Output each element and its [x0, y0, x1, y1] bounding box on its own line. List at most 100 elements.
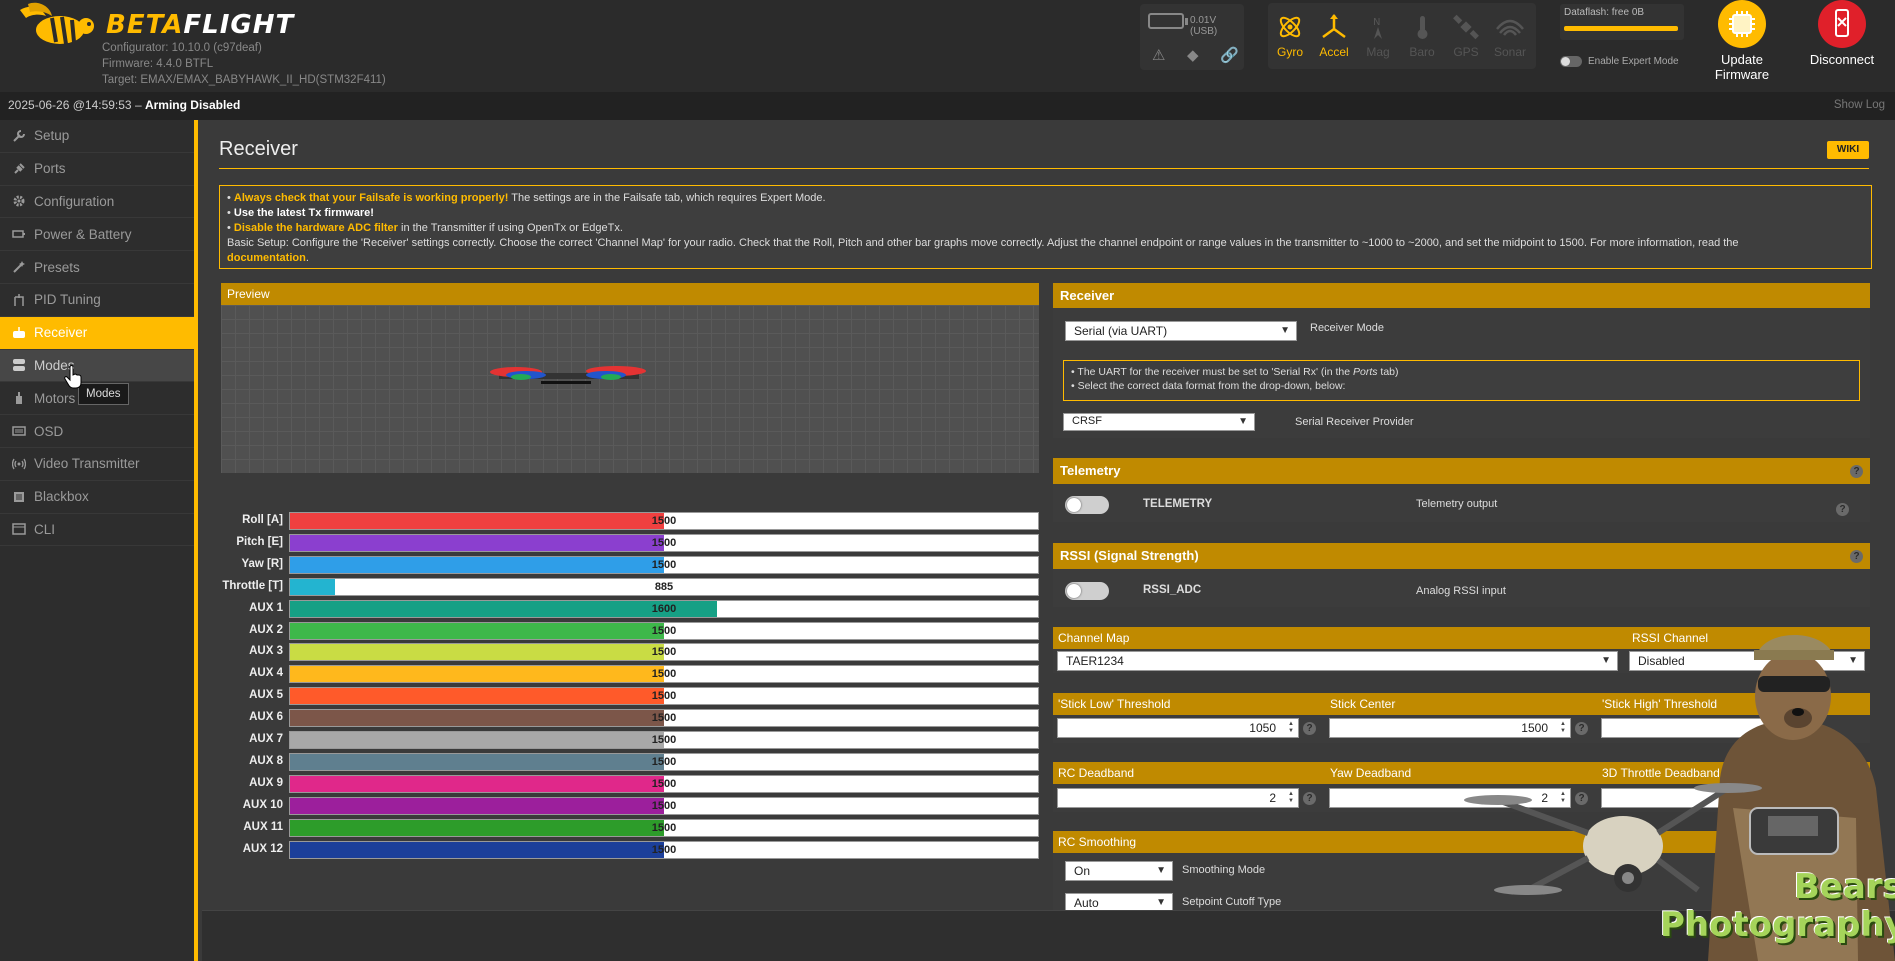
- sensor-sonar: Sonar: [1488, 3, 1532, 69]
- channel-value: 1600: [651, 602, 677, 615]
- sidebar-item-receiver[interactable]: Receiver: [0, 316, 194, 350]
- update-firmware-button[interactable]: Update Firmware: [1699, 0, 1785, 82]
- receiver-notice: • Always check that your Failsafe is wor…: [219, 185, 1872, 269]
- sidebar-item-cli[interactable]: CLI: [0, 514, 194, 547]
- channel-bar: 1500: [289, 840, 1039, 859]
- help-icon[interactable]: ?: [1850, 465, 1863, 478]
- sidebar-item-label: Ports: [34, 161, 66, 177]
- rssi-adc-toggle[interactable]: [1065, 582, 1109, 600]
- channel-label: AUX 8: [249, 754, 283, 767]
- serial-provider-select[interactable]: CRSF ▼: [1063, 413, 1255, 431]
- channel-label: AUX 12: [242, 842, 283, 855]
- rc-deadband-input[interactable]: 2 ▲ ▼: [1057, 788, 1299, 808]
- receiver-panel-header: Receiver: [1053, 283, 1870, 308]
- sidebar-item-power-battery[interactable]: Power & Battery: [0, 218, 194, 252]
- help-icon[interactable]: ?: [1850, 550, 1863, 563]
- spinner-icon[interactable]: ▲ ▼: [1286, 721, 1296, 735]
- channel-bar: 1500: [289, 818, 1039, 837]
- chevron-down-icon: ▼: [1280, 325, 1290, 336]
- battery-voltage: 0.01V (USB): [1190, 15, 1218, 37]
- expert-mode-toggle[interactable]: Enable Expert Mode: [1560, 56, 1679, 67]
- channel-label: Pitch [E]: [236, 535, 283, 548]
- help-icon[interactable]: ?: [1303, 792, 1316, 805]
- firmware-version: Firmware: 4.4.0 BTFL: [102, 58, 214, 70]
- channel-value: 1500: [651, 668, 677, 681]
- notice-failsafe-bold: Always check that your Failsafe is worki…: [233, 192, 509, 204]
- gamepad-icon: [13, 326, 25, 338]
- satellite-icon: [1453, 14, 1479, 40]
- channel-label: AUX 9: [249, 776, 283, 789]
- toggle-switch[interactable]: [1560, 56, 1582, 67]
- telemetry-toggle[interactable]: [1065, 496, 1109, 514]
- receiver-mode-label: Receiver Mode: [1310, 322, 1384, 334]
- notice-tx-firmware: Use the latest Tx firmware!: [233, 207, 374, 219]
- note-format-text: Select the correct data format from the …: [1077, 380, 1346, 392]
- sidebar-item-presets[interactable]: Presets: [0, 251, 194, 284]
- quad-model-icon: [490, 366, 646, 384]
- channel-row: AUX 3 1500: [221, 643, 1041, 662]
- serial-provider-value: CRSF: [1072, 415, 1102, 427]
- chevron-down-icon: ▼: [1156, 897, 1166, 908]
- help-icon[interactable]: ?: [1836, 503, 1849, 516]
- channel-value: 1500: [651, 624, 677, 637]
- thermometer-icon: [1417, 16, 1428, 39]
- channel-row: Pitch [E] 1500: [221, 533, 1041, 552]
- channel-row: Roll [A] 1500: [221, 512, 1041, 530]
- receiver-uart-note: • The UART for the receiver must be set …: [1063, 360, 1860, 401]
- sensor-gps: GPS: [1444, 3, 1488, 69]
- receiver-mode-select[interactable]: Serial (via UART) ▼: [1065, 321, 1297, 341]
- disconnect-button[interactable]: Disconnect: [1799, 0, 1885, 80]
- channel-bar: 885: [289, 577, 1039, 596]
- help-icon[interactable]: ?: [1303, 722, 1316, 735]
- sidebar-item-blackbox[interactable]: Blackbox: [0, 481, 194, 514]
- channel-row: Yaw [R] 1500: [221, 555, 1041, 574]
- sensor-label: Mag: [1366, 45, 1390, 59]
- sidebar-item-osd[interactable]: OSD: [0, 415, 194, 448]
- channel-bar: 1500: [289, 796, 1039, 815]
- smoothing-mode-select[interactable]: On ▼: [1065, 861, 1173, 881]
- sidebar-item-video-transmitter[interactable]: Video Transmitter: [0, 448, 194, 481]
- sidebar-item-ports[interactable]: Ports: [0, 153, 194, 186]
- status-bar: 2025-06-26 @14:59:53 – Arming Disabled S…: [0, 92, 1895, 120]
- setpoint-cutoff-value: Auto: [1074, 896, 1099, 910]
- usb-disconnect-icon: [1818, 0, 1866, 48]
- channel-bar: 1500: [289, 512, 1039, 530]
- sidebar-item-label: PID Tuning: [34, 292, 101, 308]
- sensor-mag: N Mag: [1356, 3, 1400, 69]
- note-uart-text-a: The UART for the receiver must be set to…: [1077, 366, 1353, 378]
- channel-row: AUX 11 1500: [221, 818, 1041, 837]
- show-log-link[interactable]: Show Log: [1834, 99, 1885, 111]
- channel-value: 1500: [651, 843, 677, 856]
- sensor-status: Gyro Accel N Mag Baro GPS Sonar: [1268, 3, 1536, 69]
- stick-low-input[interactable]: 1050 ▲ ▼: [1057, 718, 1299, 738]
- warning-icon: ⚠: [1152, 47, 1166, 64]
- motor-icon: [16, 392, 22, 405]
- sidebar-item-setup[interactable]: Setup: [0, 120, 194, 153]
- channel-label: AUX 7: [249, 733, 283, 745]
- sensor-gyro: Gyro: [1268, 3, 1312, 69]
- sidebar-item-label: Setup: [34, 128, 70, 144]
- channel-bar: 1500: [289, 533, 1039, 552]
- documentation-link[interactable]: documentation: [227, 252, 306, 264]
- channel-bar: 1500: [289, 731, 1039, 749]
- arming-status: Arming Disabled: [144, 98, 241, 112]
- wiki-button[interactable]: WIKI: [1827, 141, 1869, 159]
- serial-provider-label: Serial Receiver Provider: [1295, 416, 1414, 428]
- target-name: Target: EMAX/EMAX_BABYHAWK_II_HD(STM32F4…: [102, 74, 386, 86]
- channel-bar: 1500: [289, 752, 1039, 771]
- modes-tooltip: Modes: [78, 383, 129, 405]
- receiver-mode-value: Serial (via UART): [1074, 324, 1168, 338]
- compass-icon: N: [1373, 17, 1382, 39]
- modes-icon: [13, 359, 25, 372]
- channel-row: AUX 12 1500: [221, 840, 1041, 859]
- sidebar-item-modes[interactable]: Modes: [0, 349, 194, 383]
- battery-icon: [1148, 13, 1188, 29]
- rc-deadband-header: RC Deadband: [1053, 762, 1325, 784]
- spinner-icon[interactable]: ▲ ▼: [1286, 791, 1296, 805]
- channel-value: 1500: [651, 646, 677, 659]
- sidebar-item-pid-tuning[interactable]: PID Tuning: [0, 284, 194, 317]
- telemetry-description: Telemetry output: [1416, 498, 1498, 510]
- app-header: BETAFLIGHT Configurator: 10.10.0 (c97dea…: [0, 0, 1895, 92]
- brand-part-flight: FLIGHT: [183, 10, 295, 40]
- sidebar-item-configuration[interactable]: Configuration: [0, 186, 194, 219]
